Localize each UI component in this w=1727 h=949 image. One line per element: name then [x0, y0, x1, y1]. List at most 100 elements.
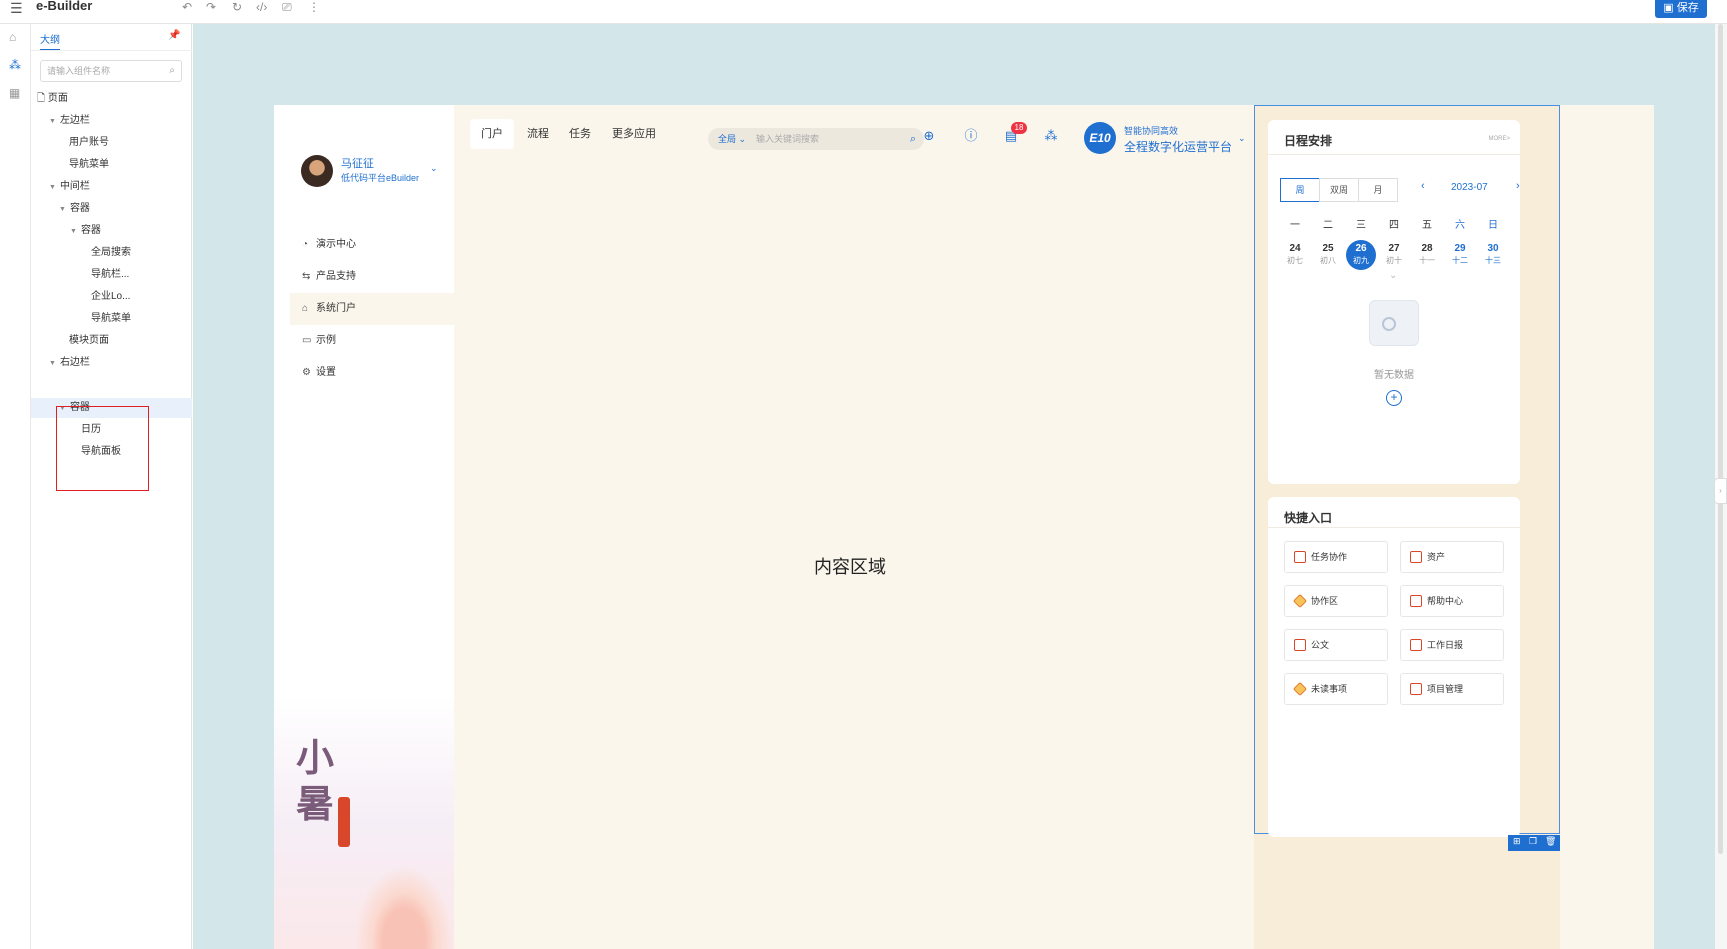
global-search-input[interactable]: 全局 ⌄ 输入关键词搜索 ⌕ — [708, 128, 924, 150]
tab-outline[interactable]: 大纲 — [40, 31, 60, 51]
quick-item-official-doc[interactable]: 公文 — [1284, 629, 1388, 661]
view-biweek-button[interactable]: 双周 — [1319, 178, 1359, 202]
tab-tasks[interactable]: 任务 — [562, 119, 598, 149]
layers-icon — [1292, 681, 1308, 697]
pin-icon[interactable]: 📌 — [168, 30, 180, 41]
quick-item-daily-report[interactable]: 工作日报 — [1400, 629, 1504, 661]
chevron-down-icon[interactable]: ⌄ — [430, 163, 438, 174]
swap-icon: ⇆ — [302, 271, 311, 282]
search-icon[interactable]: ⌕ — [910, 128, 916, 150]
tree-item-page[interactable]: 🗋 页面 — [37, 90, 68, 108]
gear-icon: ⚙ — [302, 367, 311, 378]
add-icon[interactable]: ⊞ — [1513, 836, 1521, 847]
search-scope-select[interactable]: 全局 ⌄ — [718, 128, 746, 150]
save-button[interactable]: ▣ 保存 — [1655, 0, 1707, 18]
nav-item-product-support[interactable]: ⇆ 产品支持 — [290, 261, 454, 293]
home-icon[interactable]: ⌂ — [9, 30, 16, 44]
tree-item-middle-column[interactable]: ▼ 中间栏 — [49, 178, 90, 196]
nav-item-settings[interactable]: ⚙ 设置 — [290, 357, 454, 389]
tree-item-left-sidebar[interactable]: ▼ 左边栏 — [49, 112, 90, 130]
copy-icon[interactable]: ❐ — [1529, 836, 1537, 847]
code-icon[interactable]: ‹/› — [256, 0, 267, 14]
top-toolbar: ☰ e-Builder ↶ ↷ ↻ ‹/› ⎚ ⋮ ▣ 保存 — [0, 0, 1727, 24]
chevron-double-down-icon[interactable]: ⌄ — [1389, 270, 1397, 281]
prev-month-icon[interactable]: ‹ — [1421, 180, 1425, 192]
view-week-button[interactable]: 周 — [1280, 178, 1320, 202]
scrollbar-thumb[interactable] — [1718, 24, 1723, 854]
caret-down-icon[interactable]: ▼ — [70, 228, 77, 235]
next-month-icon[interactable]: › — [1516, 180, 1520, 192]
tree-item-container[interactable]: ▼ 容器 — [59, 200, 90, 218]
org-chart-icon[interactable]: ⁂ — [1042, 127, 1060, 145]
empty-calendar-icon — [1369, 300, 1419, 346]
tab-portal[interactable]: 门户 — [470, 119, 514, 149]
tree-item-global-search[interactable]: 全局搜索 — [91, 244, 131, 262]
demo-icon: ◔ — [302, 239, 309, 250]
calendar-day[interactable]: 25 初八 — [1313, 240, 1343, 270]
delete-icon[interactable]: 🗑 — [1545, 836, 1556, 847]
tree-item-nav-menu[interactable]: 导航菜单 — [91, 310, 131, 328]
caret-down-icon[interactable]: ▼ — [49, 184, 56, 191]
weekday-label: 一 — [1290, 220, 1300, 231]
calendar-day[interactable]: 28 十一 — [1412, 240, 1442, 270]
calendar-month: 2023-07 — [1451, 182, 1488, 193]
tree-item-navbar[interactable]: 导航栏... — [91, 266, 129, 284]
tab-more-apps[interactable]: 更多应用 — [604, 119, 664, 149]
tree-item-container[interactable]: ▼ 容器 — [70, 222, 101, 240]
redo-icon[interactable]: ↷ — [206, 0, 216, 14]
brand-name: 全程数字化运营平台 — [1124, 140, 1233, 154]
nav-item-demo-center[interactable]: ◔ 演示中心 — [290, 229, 454, 261]
asset-icon — [1410, 551, 1422, 563]
calendar-day[interactable]: 29 十二 — [1445, 240, 1475, 270]
tree-item-user-account[interactable]: 用户账号 — [69, 134, 109, 152]
outline-icon[interactable]: ⁂ — [9, 58, 21, 72]
caret-down-icon[interactable]: ▼ — [59, 206, 66, 213]
calendar-day-today[interactable]: 26 初九 — [1346, 240, 1376, 270]
nav-item-system-portal[interactable]: ⌂ 系统门户 — [290, 293, 454, 325]
quick-item-unread[interactable]: 未读事项 — [1284, 673, 1388, 705]
add-schedule-icon[interactable]: + — [1386, 390, 1402, 406]
home-icon: ⌂ — [302, 303, 309, 314]
add-circle-icon[interactable]: ⊕ — [920, 127, 938, 145]
quick-item-assets[interactable]: 资产 — [1400, 541, 1504, 573]
tree-item-module-page[interactable]: 模块页面 — [69, 332, 109, 350]
quick-item-collab-zone[interactable]: 协作区 — [1284, 585, 1388, 617]
more-icon[interactable]: ⋮ — [308, 0, 320, 14]
tree-item-nav-menu[interactable]: 导航菜单 — [69, 156, 109, 174]
outline-search-input[interactable]: 请输入组件名称 ⌕ — [40, 60, 182, 82]
quick-entry-title: 快捷入口 — [1284, 511, 1333, 525]
report-icon — [1410, 639, 1422, 651]
view-month-button[interactable]: 月 — [1358, 178, 1398, 202]
caret-down-icon[interactable]: ▼ — [49, 360, 56, 367]
tree-item-company-logo[interactable]: 企业Lo... — [91, 288, 130, 306]
content-area-placeholder: 内容区域 — [814, 557, 886, 577]
undo-icon[interactable]: ↶ — [182, 0, 192, 14]
components-icon[interactable]: ▦ — [9, 86, 20, 100]
save-icon: ▣ — [1663, 2, 1677, 14]
chevron-down-icon[interactable]: ⌄ — [1238, 133, 1246, 144]
calendar-day[interactable]: 30 十三 — [1478, 240, 1508, 270]
divider — [31, 50, 192, 51]
empty-state-text: 暂无数据 — [1374, 370, 1414, 381]
calendar-day[interactable]: 24 初七 — [1280, 240, 1310, 270]
user-name[interactable]: 马征征 — [341, 155, 374, 171]
quick-item-help-center[interactable]: 帮助中心 — [1400, 585, 1504, 617]
nav-item-example[interactable]: ▭ 示例 — [290, 325, 454, 357]
menu-icon[interactable]: ☰ — [10, 0, 23, 17]
quick-item-task-collab[interactable]: 任务协作 — [1284, 541, 1388, 573]
quick-item-project-mgmt[interactable]: 项目管理 — [1400, 673, 1504, 705]
divider — [1268, 527, 1520, 528]
portal-page: 马征征 低代码平台eBuilder ⌄ ◔ 演示中心 ⇆ 产品支持 ⌂ 系统门户 ▭ 示… — [274, 105, 1654, 949]
avatar[interactable] — [301, 155, 333, 187]
tab-workflow[interactable]: 流程 — [520, 119, 556, 149]
preview-icon[interactable]: ⎚ — [282, 0, 292, 15]
calendar-day[interactable]: 27 初十 — [1379, 240, 1409, 270]
help-icon[interactable]: ⓘ — [962, 127, 980, 145]
tree-item-right-sidebar[interactable]: ▼ 右边栏 — [49, 354, 90, 372]
more-link[interactable]: MORE> — [1488, 136, 1510, 142]
refresh-icon[interactable]: ↻ — [232, 0, 242, 14]
left-column: 马征征 低代码平台eBuilder ⌄ ◔ 演示中心 ⇆ 产品支持 ⌂ 系统门户 ▭ 示… — [274, 105, 454, 949]
caret-down-icon[interactable]: ▼ — [49, 118, 56, 125]
panel-collapse-handle[interactable]: › — [1714, 478, 1727, 504]
magnifier-icon — [1382, 317, 1396, 331]
